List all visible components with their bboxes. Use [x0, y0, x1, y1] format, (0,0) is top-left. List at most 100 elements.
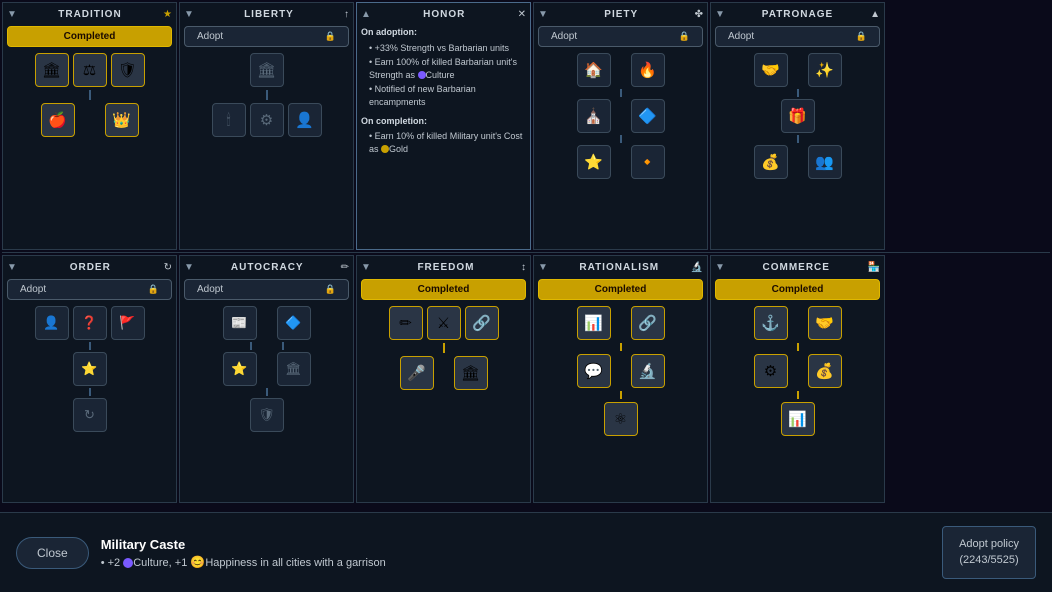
- liberty-arrow[interactable]: ▼: [184, 9, 194, 20]
- tradition-row1: 🏛 ⚖ 🛡: [35, 53, 145, 87]
- rationalism-icon-1[interactable]: 📊: [577, 306, 611, 340]
- commerce-icons: ⚓ 🤝 ⚙ 💰 📊: [715, 306, 880, 436]
- patronage-icon-4[interactable]: 💰: [754, 145, 788, 179]
- commerce-status[interactable]: Completed: [715, 279, 880, 300]
- order-icons: 👤 ❓ 🚩 ⭐ ↻: [7, 306, 172, 432]
- tradition-title: TRADITION: [17, 9, 163, 20]
- liberty-adopt-btn[interactable]: Adopt 🔒: [184, 26, 349, 47]
- tradition-icons: 🏛 ⚖ 🛡 🍎 👑: [7, 53, 172, 137]
- rationalism-icon-4[interactable]: 🔬: [631, 354, 665, 388]
- freedom-icon-4[interactable]: 🎤: [400, 356, 434, 390]
- order-arrow[interactable]: ▼: [7, 262, 17, 273]
- rationalism-title: RATIONALISM: [548, 262, 691, 273]
- piety-row2: ⛪ 🔷: [577, 99, 665, 133]
- bottom-bar: Close Military Caste • +2 Culture, +1 😊H…: [0, 512, 1052, 592]
- patronage-adopt-btn[interactable]: Adopt 🔒: [715, 26, 880, 47]
- piety-adopt-btn[interactable]: Adopt 🔒: [538, 26, 703, 47]
- tradition-icon-5[interactable]: 👑: [105, 103, 139, 137]
- commerce-tree: ▼ COMMERCE 🏪 Completed ⚓ 🤝 ⚙ 💰 📊: [710, 255, 885, 503]
- tradition-icon-2[interactable]: ⚖: [73, 53, 107, 87]
- rationalism-status[interactable]: Completed: [538, 279, 703, 300]
- adopt-policy-button[interactable]: Adopt policy (2243/5525): [942, 526, 1036, 579]
- close-button[interactable]: Close: [16, 537, 89, 569]
- piety-icon-3[interactable]: ⛪: [577, 99, 611, 133]
- order-title: ORDER: [17, 262, 164, 273]
- order-adopt-btn[interactable]: Adopt 🔒: [7, 279, 172, 300]
- order-icon-4[interactable]: ⭐: [73, 352, 107, 386]
- liberty-lock-icon: 🔒: [325, 31, 336, 42]
- autocracy-lock-icon: 🔒: [325, 284, 336, 295]
- freedom-icon-5[interactable]: 🏛: [454, 356, 488, 390]
- commerce-icon-1[interactable]: ⚓: [754, 306, 788, 340]
- freedom-icon-2[interactable]: ⚔: [427, 306, 461, 340]
- liberty-icon-4[interactable]: 👤: [288, 103, 322, 137]
- freedom-icon-1[interactable]: ✏: [389, 306, 423, 340]
- freedom-tree: ▼ FREEDOM ↕ Completed ✏ ⚔ 🔗 🎤 🏛: [356, 255, 531, 503]
- info-desc: • +2 Culture, +1 😊Happiness in all citie…: [101, 555, 930, 569]
- autocracy-connector2: [266, 388, 268, 396]
- commerce-icon-2[interactable]: 🤝: [808, 306, 842, 340]
- honor-adoption-item-1: • +33% Strength vs Barbarian units: [361, 42, 526, 55]
- rationalism-connector: [620, 343, 622, 351]
- patronage-lock-icon: 🔒: [856, 31, 867, 42]
- rationalism-arrow[interactable]: ▼: [538, 262, 548, 273]
- rationalism-icon-5[interactable]: ⚛: [604, 402, 638, 436]
- tradition-icon-1[interactable]: 🏛: [35, 53, 69, 87]
- commerce-header: ▼ COMMERCE 🏪: [715, 260, 880, 275]
- liberty-icon-2[interactable]: 🕯: [212, 103, 246, 137]
- honor-tooltip-content: On adoption: • +33% Strength vs Barbaria…: [361, 26, 526, 155]
- rationalism-icon-3[interactable]: 💬: [577, 354, 611, 388]
- patronage-icon-2[interactable]: ✨: [808, 53, 842, 87]
- honor-completion-title: On completion:: [361, 115, 526, 128]
- autocracy-row2: ⭐ 🏛: [223, 352, 311, 386]
- order-icon-3[interactable]: 🚩: [111, 306, 145, 340]
- commerce-arrow[interactable]: ▼: [715, 262, 725, 273]
- order-connector: [89, 342, 91, 350]
- autocracy-icon-1[interactable]: 📰: [223, 306, 257, 340]
- freedom-row2: 🎤 🏛: [400, 356, 488, 390]
- piety-icon-6[interactable]: 🔸: [631, 145, 665, 179]
- piety-icon-2[interactable]: 🔥: [631, 53, 665, 87]
- patronage-arrow[interactable]: ▼: [715, 9, 725, 20]
- commerce-row1: ⚓ 🤝: [754, 306, 842, 340]
- autocracy-icon-4[interactable]: 🏛: [277, 352, 311, 386]
- autocracy-arrow[interactable]: ▼: [184, 262, 194, 273]
- autocracy-icon-3[interactable]: ⭐: [223, 352, 257, 386]
- commerce-icon-5[interactable]: 📊: [781, 402, 815, 436]
- order-icon-5[interactable]: ↻: [73, 398, 107, 432]
- freedom-arrow[interactable]: ▼: [361, 262, 371, 273]
- tradition-status[interactable]: Completed: [7, 26, 172, 47]
- order-connector2: [89, 388, 91, 396]
- patronage-icon-5[interactable]: 👥: [808, 145, 842, 179]
- top-policy-row: ▼ TRADITION ★ Completed 🏛 ⚖ 🛡 🍎 👑: [2, 2, 877, 250]
- liberty-icon: ↑: [344, 9, 349, 20]
- autocracy-adopt-btn[interactable]: Adopt 🔒: [184, 279, 349, 300]
- commerce-icon-3[interactable]: ⚙: [754, 354, 788, 388]
- tradition-icon-3[interactable]: 🛡: [111, 53, 145, 87]
- patronage-icon-3[interactable]: 🎁: [781, 99, 815, 133]
- freedom-status[interactable]: Completed: [361, 279, 526, 300]
- tradition-row2: 🍎 👑: [41, 103, 139, 137]
- order-icon-1[interactable]: 👤: [35, 306, 69, 340]
- piety-title: PIETY: [548, 9, 695, 20]
- commerce-icon-4[interactable]: 💰: [808, 354, 842, 388]
- autocracy-icons: 📰 🔷 ⭐ 🏛 🛡: [184, 306, 349, 432]
- freedom-icon-3[interactable]: 🔗: [465, 306, 499, 340]
- patronage-connector2: [797, 135, 799, 143]
- order-header: ▼ ORDER ↻: [7, 260, 172, 275]
- autocracy-icon-2[interactable]: 🔷: [277, 306, 311, 340]
- patronage-icon-1[interactable]: 🤝: [754, 53, 788, 87]
- tradition-icon-4[interactable]: 🍎: [41, 103, 75, 137]
- piety-icon-4[interactable]: 🔷: [631, 99, 665, 133]
- liberty-icon-3[interactable]: ⚙: [250, 103, 284, 137]
- tradition-arrow-left[interactable]: ▼: [7, 9, 17, 20]
- piety-arrow[interactable]: ▼: [538, 9, 548, 20]
- autocracy-icon-5[interactable]: 🛡: [250, 398, 284, 432]
- order-icon-2[interactable]: ❓: [73, 306, 107, 340]
- piety-icon-5[interactable]: ⭐: [577, 145, 611, 179]
- piety-icon-1[interactable]: 🏠: [577, 53, 611, 87]
- honor-arrow[interactable]: ▲: [361, 9, 371, 20]
- rationalism-icon-2[interactable]: 🔗: [631, 306, 665, 340]
- liberty-top-icon[interactable]: 🏛: [250, 53, 284, 87]
- patronage-connector1: [797, 89, 799, 97]
